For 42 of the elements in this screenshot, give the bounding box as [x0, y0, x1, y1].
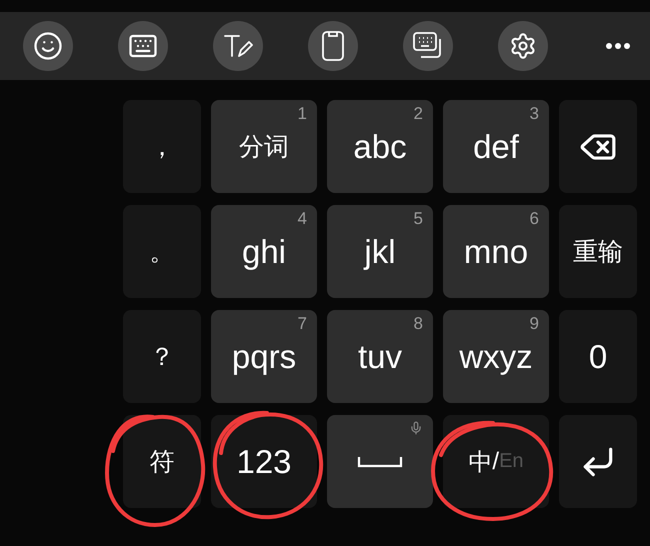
- key-number: 2: [414, 104, 423, 124]
- toolbar-button[interactable]: [213, 21, 263, 71]
- clipboard-icon: [322, 31, 344, 61]
- text-pencil-icon: [223, 32, 253, 60]
- symbol-key[interactable]: 0: [559, 310, 637, 403]
- symbol-key[interactable]: 符: [123, 415, 201, 508]
- toolbar-button[interactable]: [403, 21, 453, 71]
- letter-key[interactable]: mno 6: [443, 205, 549, 298]
- key-number: 7: [298, 314, 307, 334]
- symbol-key[interactable]: ，: [123, 100, 201, 193]
- toolbar-button[interactable]: [308, 21, 358, 71]
- enter-key[interactable]: [559, 415, 637, 508]
- letter-key[interactable]: def 3: [443, 100, 549, 193]
- smiley-icon: [33, 31, 63, 61]
- language-key[interactable]: 中/En: [443, 415, 549, 508]
- key-number: 1: [298, 104, 307, 124]
- symbol-key[interactable]: ？: [123, 310, 201, 403]
- microphone-icon: [409, 421, 423, 435]
- key-number: 5: [414, 209, 423, 229]
- more-icon: [606, 43, 630, 49]
- letter-key[interactable]: tuv 8: [327, 310, 433, 403]
- settings-icon: [509, 32, 537, 60]
- key-number: 6: [530, 209, 539, 229]
- symbol-key[interactable]: 重输: [559, 205, 637, 298]
- key-number: 4: [298, 209, 307, 229]
- key-number: 3: [530, 104, 539, 124]
- toolbar-button[interactable]: [118, 21, 168, 71]
- letter-key[interactable]: pqrs 7: [211, 310, 317, 403]
- symbol-key[interactable]: 。: [123, 205, 201, 298]
- letter-key[interactable]: ghi 4: [211, 205, 317, 298]
- letter-key[interactable]: wxyz 9: [443, 310, 549, 403]
- space-bar-icon: [357, 456, 403, 468]
- key-number: 9: [530, 314, 539, 334]
- symbol-key[interactable]: 123: [211, 415, 317, 508]
- letter-key[interactable]: abc 2: [327, 100, 433, 193]
- toolbar-button[interactable]: [498, 21, 548, 71]
- letter-key[interactable]: 分词 1: [211, 100, 317, 193]
- letter-key[interactable]: jkl 5: [327, 205, 433, 298]
- stacked-keyboard-icon: [413, 32, 443, 60]
- backspace-key[interactable]: [559, 100, 637, 193]
- key-number: 8: [414, 314, 423, 334]
- toolbar-button[interactable]: [23, 21, 73, 71]
